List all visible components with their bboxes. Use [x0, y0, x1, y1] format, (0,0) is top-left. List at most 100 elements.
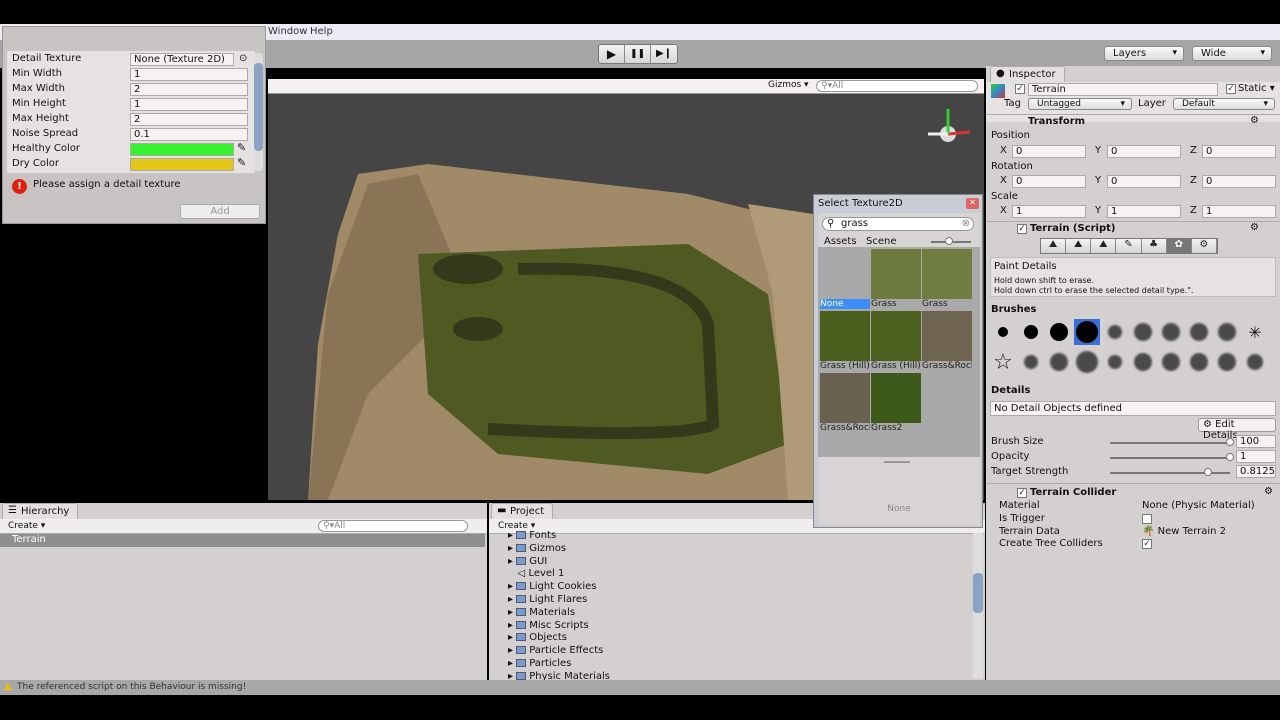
tab-scene[interactable]: Scene — [866, 236, 897, 247]
project-folder[interactable]: ▸ Particle Effects — [508, 645, 603, 656]
close-button[interactable]: ✕ — [966, 198, 979, 209]
layer-dropdown[interactable]: Default — [1173, 98, 1275, 110]
static-checkbox[interactable]: ✓ — [1226, 84, 1236, 94]
splitter-handle[interactable] — [884, 461, 910, 463]
paint-height-tool-button[interactable]: ⛰ — [1066, 239, 1092, 253]
paint-details-tool-button[interactable]: ✿ — [1166, 239, 1192, 253]
detail-field-input[interactable]: 1 — [130, 98, 248, 111]
terrain-data-field[interactable]: 🌴 New Terrain 2 — [1142, 526, 1226, 537]
brush-option[interactable] — [1158, 319, 1184, 345]
gear-icon[interactable]: ⚙ — [1250, 222, 1259, 233]
scl-y-input[interactable]: 1 — [1107, 205, 1181, 218]
slider-knob[interactable] — [1226, 438, 1234, 446]
brush-option[interactable] — [1186, 319, 1212, 345]
detail-field-input[interactable]: 2 — [130, 113, 248, 126]
target-strength-input[interactable]: 0.8125 — [1236, 465, 1276, 478]
menu-window[interactable]: Window — [268, 26, 307, 37]
brush-option[interactable] — [990, 319, 1016, 345]
pos-z-input[interactable]: 0 — [1202, 145, 1276, 158]
brush-option[interactable] — [1186, 349, 1212, 375]
rot-y-input[interactable]: 0 — [1107, 175, 1181, 188]
pos-y-input[interactable]: 0 — [1107, 145, 1181, 158]
tree-colliders-checkbox[interactable]: ✓ — [1142, 539, 1152, 549]
healthy-color-field[interactable] — [130, 143, 234, 156]
gear-icon[interactable]: ⚙ — [1250, 115, 1259, 126]
brush-size-slider[interactable] — [1110, 442, 1230, 444]
is-trigger-checkbox[interactable] — [1142, 514, 1152, 524]
texture-thumbnail[interactable] — [820, 311, 870, 361]
project-folder[interactable]: ▸ Particles — [508, 658, 571, 669]
object-picker-icon[interactable]: ⊙ — [239, 53, 247, 64]
brush-option[interactable] — [1046, 349, 1072, 375]
brush-size-input[interactable]: 100 — [1236, 435, 1276, 448]
texture-thumbnail[interactable] — [922, 249, 972, 299]
texture-thumbnail[interactable] — [820, 249, 870, 299]
texture-label[interactable]: Grass&Rock — [922, 361, 972, 371]
pos-x-input[interactable]: 0 — [1012, 145, 1086, 158]
brush-option[interactable] — [1214, 319, 1240, 345]
brush-option[interactable] — [1018, 349, 1044, 375]
texture-thumbnail[interactable] — [922, 311, 972, 361]
active-checkbox[interactable]: ✓ — [1015, 84, 1025, 94]
project-folder[interactable]: ▸ Materials — [508, 607, 575, 618]
brush-option[interactable] — [1074, 319, 1100, 345]
project-folder[interactable]: ▸ Objects — [508, 632, 567, 643]
paint-texture-tool-button[interactable]: ✎ — [1116, 239, 1142, 253]
smooth-height-tool-button[interactable]: ⛰ — [1091, 239, 1117, 253]
brush-option[interactable] — [1130, 349, 1156, 375]
brush-option[interactable] — [1102, 319, 1128, 345]
texture-label[interactable]: Grass2 — [871, 423, 921, 433]
texture-label[interactable]: Grass&Rock — [820, 423, 870, 433]
project-folder[interactable]: ▸ Physic Materials — [508, 671, 610, 680]
brush-option[interactable]: ✳ — [1242, 319, 1268, 345]
collider-enabled-checkbox[interactable]: ✓ — [1017, 488, 1027, 498]
rot-z-input[interactable]: 0 — [1202, 175, 1276, 188]
slider-knob[interactable] — [945, 237, 953, 245]
edit-details-button[interactable]: ⚙ Edit Details... — [1198, 418, 1276, 441]
opacity-slider[interactable] — [1110, 457, 1230, 459]
texture-label[interactable]: Grass (Hill) — [820, 361, 870, 371]
project-folder[interactable]: ▸ Light Cookies — [508, 581, 597, 592]
brush-option[interactable] — [1102, 349, 1128, 375]
create-dropdown[interactable]: Create ▾ — [8, 521, 45, 531]
static-label[interactable]: Static ▾ — [1238, 83, 1275, 94]
layout-dropdown[interactable]: Wide — [1192, 46, 1272, 61]
opacity-input[interactable]: 1 — [1236, 450, 1276, 463]
terrain-settings-tool-button[interactable]: ⚙ — [1191, 239, 1217, 253]
terrain-script-header[interactable]: Terrain (Script) — [1030, 223, 1115, 234]
texture-search-input[interactable]: grass ⚲ ⊗ — [822, 217, 974, 231]
tab-hierarchy[interactable]: ☰ Hierarchy — [2, 503, 79, 519]
detail-field-input[interactable]: None (Texture 2D) — [130, 53, 234, 66]
scl-x-input[interactable]: 1 — [1012, 205, 1086, 218]
texture-label[interactable]: Grass — [922, 299, 972, 309]
gear-icon[interactable]: ⚙ — [1264, 486, 1273, 497]
brush-option[interactable] — [1074, 349, 1100, 375]
project-folder[interactable]: ◁ Level 1 — [508, 568, 565, 579]
texture-label[interactable]: Grass — [871, 299, 921, 309]
target-strength-slider[interactable] — [1110, 472, 1230, 474]
scl-z-input[interactable]: 1 — [1202, 205, 1276, 218]
brush-option[interactable] — [1018, 319, 1044, 345]
pause-button[interactable]: ❚❚ — [625, 45, 651, 63]
eyedropper-icon[interactable]: ✎ — [237, 156, 246, 169]
texture-label[interactable]: None — [820, 299, 870, 309]
tag-dropdown[interactable]: Untagged — [1028, 98, 1132, 110]
step-button[interactable]: ▶❙ — [651, 45, 677, 63]
menu-help[interactable]: Help — [310, 26, 333, 37]
brush-option[interactable]: ☆ — [990, 349, 1016, 375]
rot-x-input[interactable]: 0 — [1012, 175, 1086, 188]
hierarchy-item-terrain[interactable]: Terrain — [0, 534, 485, 547]
texture-thumbnail[interactable] — [871, 373, 921, 423]
texture-thumbnail[interactable] — [820, 373, 870, 423]
project-folder[interactable]: ▸ Fonts — [508, 530, 556, 541]
brush-option[interactable] — [1046, 319, 1072, 345]
brush-option[interactable] — [1214, 349, 1240, 375]
scrollbar[interactable] — [254, 53, 263, 171]
project-folder[interactable]: ▸ GUI — [508, 556, 547, 567]
project-folder[interactable]: ▸ Gizmos — [508, 543, 566, 554]
brush-option[interactable] — [1158, 349, 1184, 375]
gizmos-dropdown[interactable]: Gizmos ▾ — [768, 80, 809, 90]
terrain-collider-header[interactable]: Terrain Collider — [1030, 487, 1116, 498]
brush-option[interactable] — [1130, 319, 1156, 345]
transform-header[interactable]: Transform — [1028, 116, 1085, 127]
